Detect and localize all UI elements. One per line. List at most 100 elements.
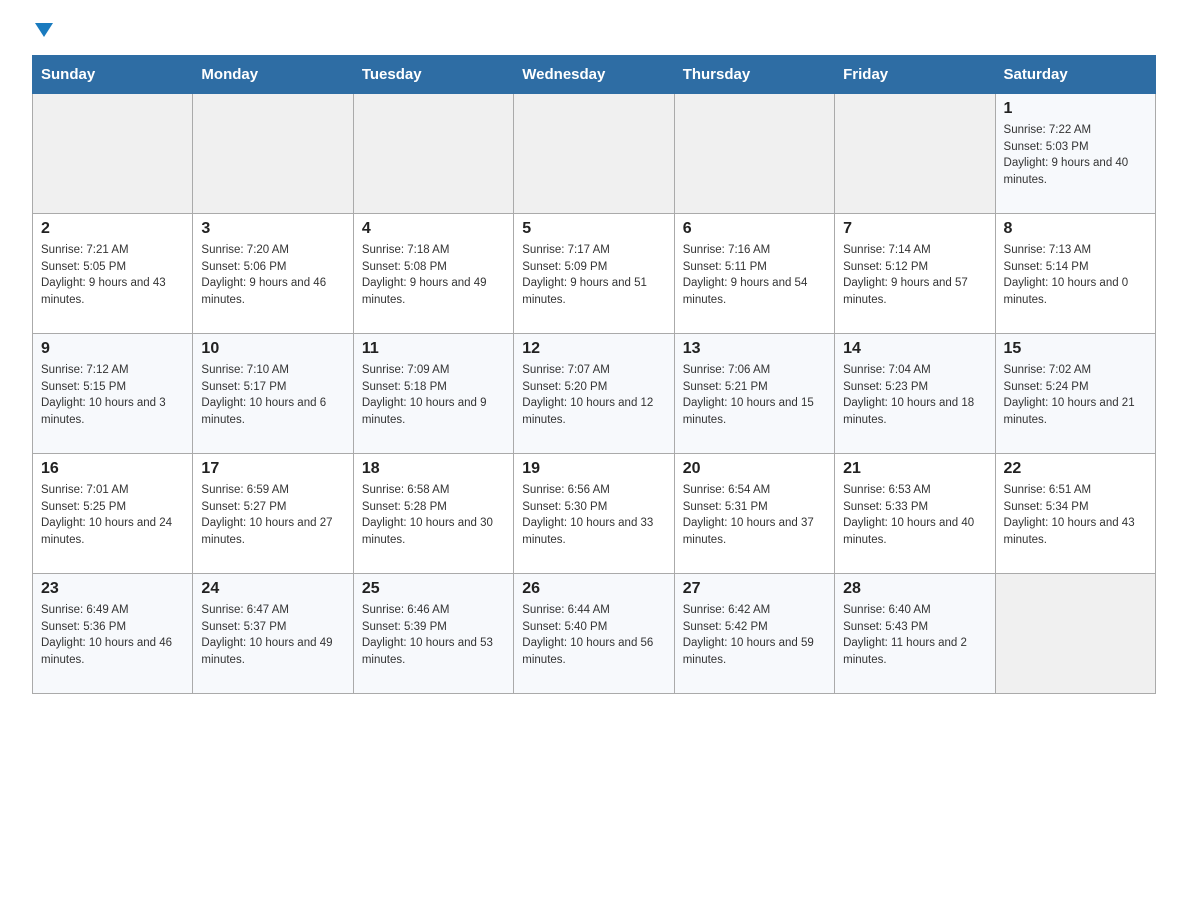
day-info: Sunrise: 6:56 AM Sunset: 5:30 PM Dayligh…: [522, 482, 665, 549]
calendar-week-row: 9 Sunrise: 7:12 AM Sunset: 5:15 PM Daylig…: [33, 334, 1156, 454]
day-info: Sunrise: 7:22 AM Sunset: 5:03 PM Dayligh…: [1004, 122, 1147, 189]
day-info: Sunrise: 7:13 AM Sunset: 5:14 PM Dayligh…: [1004, 242, 1147, 309]
day-number: 4: [362, 220, 505, 238]
calendar-cell: 4Sunrise: 7:18 AM Sunset: 5:08 PM Daylig…: [353, 214, 513, 334]
day-info: Sunrise: 6:49 AM Sunset: 5:36 PM Dayligh…: [41, 602, 184, 669]
day-number: 22: [1004, 460, 1147, 478]
day-info: Sunrise: 6:46 AM Sunset: 5:39 PM Dayligh…: [362, 602, 505, 669]
day-number: 25: [362, 580, 505, 598]
logo-arrow-icon: [35, 23, 53, 42]
calendar-cell: [33, 94, 193, 214]
day-info: Sunrise: 6:54 AM Sunset: 5:31 PM Dayligh…: [683, 482, 826, 549]
day-number: 26: [522, 580, 665, 598]
calendar-cell: [193, 94, 353, 214]
day-info: Sunrise: 6:40 AM Sunset: 5:43 PM Dayligh…: [843, 602, 986, 669]
day-info: Sunrise: 7:10 AM Sunset: 5:17 PM Dayligh…: [201, 362, 344, 429]
calendar-cell: 23 Sunrise: 6:49 AM Sunset: 5:36 PM Dayli…: [33, 574, 193, 694]
weekday-header-thursday: Thursday: [674, 56, 834, 94]
day-number: 3: [201, 220, 344, 238]
day-number: 20: [683, 460, 826, 478]
calendar-cell: 3 Sunrise: 7:20 AM Sunset: 5:06 PM Daylig…: [193, 214, 353, 334]
weekday-header-wednesday: Wednesday: [514, 56, 674, 94]
calendar-cell: [995, 574, 1155, 694]
day-number: 12: [522, 340, 665, 358]
calendar-week-row: 1 Sunrise: 7:22 AM Sunset: 5:03 PM Daylig…: [33, 94, 1156, 214]
day-info: Sunrise: 7:17 AM Sunset: 5:09 PM Dayligh…: [522, 242, 665, 309]
weekday-header-tuesday: Tuesday: [353, 56, 513, 94]
day-number: 24: [201, 580, 344, 598]
calendar-week-row: 16 Sunrise: 7:01 AM Sunset: 5:25 PM Dayli…: [33, 454, 1156, 574]
day-number: 28: [843, 580, 986, 598]
day-number: 17: [201, 460, 344, 478]
weekday-header-sunday: Sunday: [33, 56, 193, 94]
calendar-cell: 16 Sunrise: 7:01 AM Sunset: 5:25 PM Dayli…: [33, 454, 193, 574]
calendar-week-row: 2 Sunrise: 7:21 AM Sunset: 5:05 PM Daylig…: [33, 214, 1156, 334]
calendar-cell: 1 Sunrise: 7:22 AM Sunset: 5:03 PM Daylig…: [995, 94, 1155, 214]
calendar-cell: 9 Sunrise: 7:12 AM Sunset: 5:15 PM Daylig…: [33, 334, 193, 454]
day-number: 9: [41, 340, 184, 358]
calendar-cell: 12 Sunrise: 7:07 AM Sunset: 5:20 PM Dayli…: [514, 334, 674, 454]
weekday-header-row: SundayMondayTuesdayWednesdayThursdayFrid…: [33, 56, 1156, 94]
calendar-cell: [353, 94, 513, 214]
day-info: Sunrise: 7:12 AM Sunset: 5:15 PM Dayligh…: [41, 362, 184, 429]
day-number: 1: [1004, 100, 1147, 118]
day-number: 6: [683, 220, 826, 238]
calendar-week-row: 23 Sunrise: 6:49 AM Sunset: 5:36 PM Dayli…: [33, 574, 1156, 694]
weekday-header-saturday: Saturday: [995, 56, 1155, 94]
weekday-header-monday: Monday: [193, 56, 353, 94]
day-info: Sunrise: 7:01 AM Sunset: 5:25 PM Dayligh…: [41, 482, 184, 549]
day-info: Sunrise: 6:51 AM Sunset: 5:34 PM Dayligh…: [1004, 482, 1147, 549]
day-info: Sunrise: 7:02 AM Sunset: 5:24 PM Dayligh…: [1004, 362, 1147, 429]
calendar-cell: 28 Sunrise: 6:40 AM Sunset: 5:43 PM Dayli…: [835, 574, 995, 694]
calendar-cell: 14Sunrise: 7:04 AM Sunset: 5:23 PM Dayli…: [835, 334, 995, 454]
calendar-cell: 13 Sunrise: 7:06 AM Sunset: 5:21 PM Dayli…: [674, 334, 834, 454]
calendar-cell: 24Sunrise: 6:47 AM Sunset: 5:37 PM Dayli…: [193, 574, 353, 694]
calendar-cell: 5 Sunrise: 7:17 AM Sunset: 5:09 PM Daylig…: [514, 214, 674, 334]
logo: [32, 24, 53, 43]
calendar-cell: 21Sunrise: 6:53 AM Sunset: 5:33 PM Dayli…: [835, 454, 995, 574]
day-number: 15: [1004, 340, 1147, 358]
day-info: Sunrise: 7:07 AM Sunset: 5:20 PM Dayligh…: [522, 362, 665, 429]
day-info: Sunrise: 7:14 AM Sunset: 5:12 PM Dayligh…: [843, 242, 986, 309]
day-number: 19: [522, 460, 665, 478]
calendar-cell: 25 Sunrise: 6:46 AM Sunset: 5:39 PM Dayli…: [353, 574, 513, 694]
calendar-cell: 8 Sunrise: 7:13 AM Sunset: 5:14 PM Daylig…: [995, 214, 1155, 334]
page-header: [32, 24, 1156, 43]
day-number: 27: [683, 580, 826, 598]
day-number: 11: [362, 340, 505, 358]
calendar-cell: 22 Sunrise: 6:51 AM Sunset: 5:34 PM Dayli…: [995, 454, 1155, 574]
day-info: Sunrise: 6:58 AM Sunset: 5:28 PM Dayligh…: [362, 482, 505, 549]
day-info: Sunrise: 7:16 AM Sunset: 5:11 PM Dayligh…: [683, 242, 826, 309]
day-number: 21: [843, 460, 986, 478]
calendar-cell: 18 Sunrise: 6:58 AM Sunset: 5:28 PM Dayli…: [353, 454, 513, 574]
day-number: 7: [843, 220, 986, 238]
calendar-cell: [674, 94, 834, 214]
day-number: 8: [1004, 220, 1147, 238]
weekday-header-friday: Friday: [835, 56, 995, 94]
day-number: 23: [41, 580, 184, 598]
day-number: 16: [41, 460, 184, 478]
day-info: Sunrise: 6:42 AM Sunset: 5:42 PM Dayligh…: [683, 602, 826, 669]
day-number: 13: [683, 340, 826, 358]
calendar-cell: 6 Sunrise: 7:16 AM Sunset: 5:11 PM Daylig…: [674, 214, 834, 334]
day-info: Sunrise: 7:20 AM Sunset: 5:06 PM Dayligh…: [201, 242, 344, 309]
day-number: 10: [201, 340, 344, 358]
calendar-cell: 7 Sunrise: 7:14 AM Sunset: 5:12 PM Daylig…: [835, 214, 995, 334]
calendar-cell: [514, 94, 674, 214]
calendar-cell: [835, 94, 995, 214]
calendar-cell: 17 Sunrise: 6:59 AM Sunset: 5:27 PM Dayli…: [193, 454, 353, 574]
calendar-cell: 26 Sunrise: 6:44 AM Sunset: 5:40 PM Dayli…: [514, 574, 674, 694]
day-info: Sunrise: 7:09 AM Sunset: 5:18 PM Dayligh…: [362, 362, 505, 429]
day-info: Sunrise: 6:59 AM Sunset: 5:27 PM Dayligh…: [201, 482, 344, 549]
day-info: Sunrise: 7:21 AM Sunset: 5:05 PM Dayligh…: [41, 242, 184, 309]
day-info: Sunrise: 6:44 AM Sunset: 5:40 PM Dayligh…: [522, 602, 665, 669]
calendar-cell: 15 Sunrise: 7:02 AM Sunset: 5:24 PM Dayli…: [995, 334, 1155, 454]
calendar-cell: 20 Sunrise: 6:54 AM Sunset: 5:31 PM Dayli…: [674, 454, 834, 574]
day-number: 2: [41, 220, 184, 238]
calendar-cell: 19 Sunrise: 6:56 AM Sunset: 5:30 PM Dayli…: [514, 454, 674, 574]
day-info: Sunrise: 7:04 AM Sunset: 5:23 PM Dayligh…: [843, 362, 986, 429]
day-number: 18: [362, 460, 505, 478]
day-number: 5: [522, 220, 665, 238]
calendar-cell: 2 Sunrise: 7:21 AM Sunset: 5:05 PM Daylig…: [33, 214, 193, 334]
day-info: Sunrise: 7:06 AM Sunset: 5:21 PM Dayligh…: [683, 362, 826, 429]
